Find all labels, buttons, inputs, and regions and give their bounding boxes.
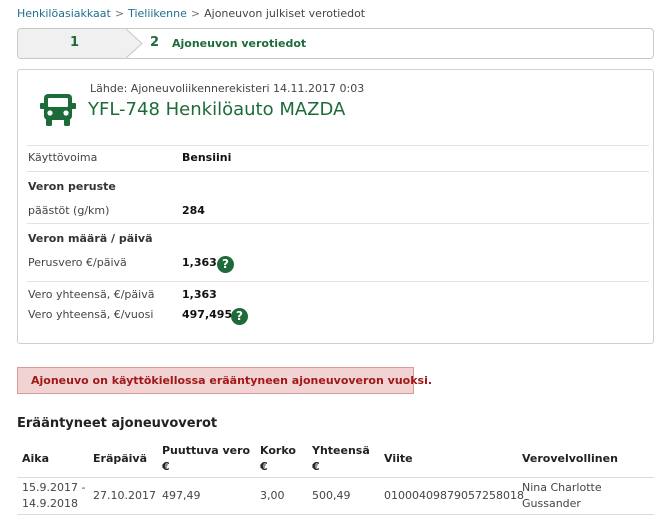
divider — [27, 145, 649, 146]
divider — [27, 171, 649, 172]
step-1-number: 1 — [70, 35, 80, 50]
breadcrumb: Henkilöasiakkaat > Tieliikenne > Ajoneuvon j… — [17, 7, 365, 20]
divider — [27, 223, 649, 224]
base-tax-value: 1,363 — [182, 256, 217, 269]
vehicle-tax-card: Lähde: Ajoneuvoliikennerekisteri 14.11.2… — [17, 69, 654, 344]
cell-taxpayer-first: Nina Charlotte — [522, 481, 602, 494]
emissions-label: päästöt (g/km) — [28, 204, 110, 217]
divider — [27, 281, 649, 282]
emissions-value: 284 — [182, 204, 205, 217]
table-divider — [17, 514, 654, 515]
cell-taxpayer-last: Gussander — [522, 497, 581, 510]
table-divider — [17, 477, 654, 478]
tax-amount-heading: Veron määrä / päivä — [28, 232, 153, 245]
col-header-interest: Korko — [260, 444, 296, 457]
col-header-missing-tax: Puuttuva vero — [162, 444, 251, 457]
usage-ban-alert: Ajoneuvo on käyttökiellossa erääntyneen … — [17, 367, 432, 394]
breadcrumb-link-henkiloasiakkaat[interactable]: Henkilöasiakkaat — [17, 7, 111, 20]
breadcrumb-link-tieliikenne[interactable]: Tieliikenne — [128, 7, 187, 20]
cell-interest: 3,00 — [260, 489, 285, 502]
data-source: Lähde: Ajoneuvoliikennerekisteri 14.11.2… — [90, 82, 365, 95]
cell-period-start: 15.9.2017 - — [22, 481, 86, 494]
help-icon[interactable]: ? — [217, 256, 234, 273]
step-2-label: Ajoneuvon verotiedot — [172, 37, 307, 50]
col-header-total: Yhteensä — [312, 444, 370, 457]
cell-missing-tax: 497,49 — [162, 489, 201, 502]
col-header-taxpayer: Verovelvollinen — [522, 452, 618, 465]
step-2-number: 2 — [150, 35, 160, 50]
power-label: Käyttövoima — [28, 151, 98, 164]
col-header-due-date: Eräpäivä — [93, 452, 148, 465]
col-header-total-unit: € — [312, 460, 320, 473]
cell-period-end: 14.9.2018 — [22, 497, 78, 510]
col-header-missing-tax-unit: € — [162, 460, 170, 473]
power-value: Bensiini — [182, 151, 232, 164]
breadcrumb-separator: > — [114, 7, 125, 20]
cell-due-date: 27.10.2017 — [93, 489, 156, 502]
total-per-day-value: 1,363 — [182, 288, 217, 301]
cell-total: 500,49 — [312, 489, 351, 502]
vehicle-title: YFL-748 Henkilöauto MAZDA — [88, 99, 346, 120]
progress-stepper: 1 2 Ajoneuvon verotiedot — [17, 28, 654, 59]
total-per-day-label: Vero yhteensä, €/päivä — [28, 288, 155, 301]
col-header-period: Aika — [22, 452, 50, 465]
total-per-year-label: Vero yhteensä, €/vuosi — [28, 308, 154, 321]
base-tax-label: Perusvero €/päivä — [28, 256, 127, 269]
help-icon[interactable]: ? — [231, 308, 248, 325]
breadcrumb-current: Ajoneuvon julkiset verotiedot — [204, 7, 366, 20]
car-icon — [40, 94, 76, 126]
cell-reference: 01000409879057258018 — [384, 489, 524, 502]
col-header-reference: Viite — [384, 452, 413, 465]
breadcrumb-separator: > — [190, 7, 201, 20]
total-per-year-value: 497,495 — [182, 308, 233, 321]
col-header-interest-unit: € — [260, 460, 268, 473]
overdue-taxes-title: Erääntyneet ajoneuvoverot — [17, 416, 218, 431]
tax-basis-heading: Veron peruste — [28, 180, 116, 193]
